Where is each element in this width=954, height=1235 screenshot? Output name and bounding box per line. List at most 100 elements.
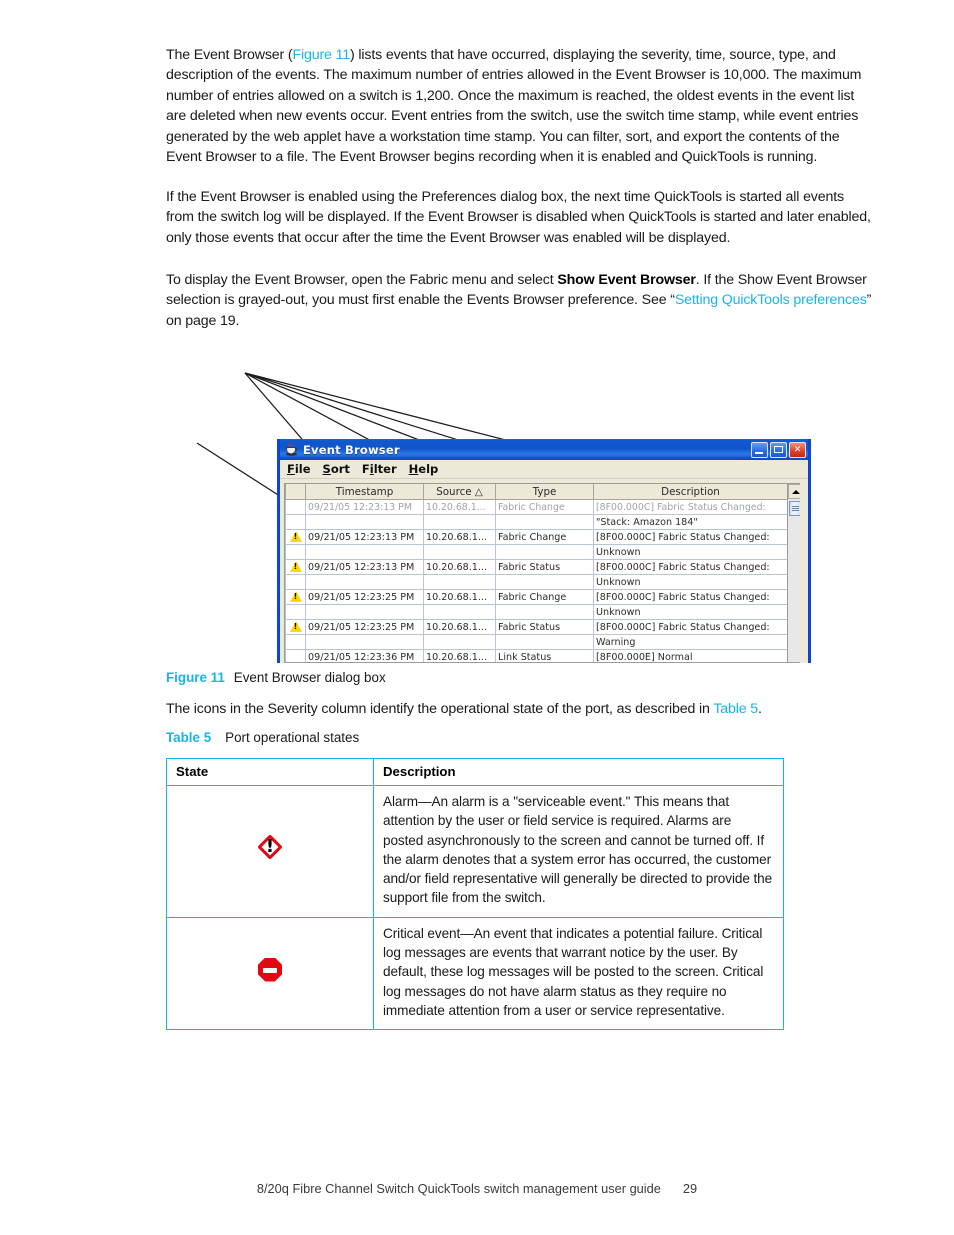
cell-timestamp [305, 574, 424, 590]
cell-description: Unknown [593, 544, 787, 560]
column-header-description[interactable]: Description [593, 484, 787, 500]
menu-help[interactable]: Help [406, 462, 448, 476]
column-header-severity[interactable] [285, 484, 306, 500]
table-row[interactable]: Unknown [285, 544, 787, 560]
cell-type [495, 604, 594, 620]
java-coffee-cup-icon [284, 442, 299, 457]
port-operational-states-table: State Description ! Alarm—An alarm is a … [166, 758, 784, 1031]
cell-severity [285, 619, 306, 635]
table-caption-tag: Table 5 [166, 730, 212, 745]
column-header-timestamp[interactable]: Timestamp [305, 484, 424, 500]
cell-severity [285, 544, 306, 560]
cell-source [423, 514, 496, 530]
states-cell-icon-alarm: ! [166, 785, 374, 918]
table-row[interactable]: 09/21/05 12:23:13 PM 10.20.68.1... Fabri… [285, 499, 787, 515]
cell-description: Unknown [593, 574, 787, 590]
figure-11-cross-reference-link[interactable]: Figure 11 [292, 47, 350, 63]
event-table: Timestamp Source △ Type Description 09/2… [285, 484, 787, 662]
cell-timestamp: 09/21/05 12:23:25 PM [305, 589, 424, 605]
warning-icon [289, 621, 302, 633]
figure-caption-tag: Figure 11 [166, 670, 225, 685]
event-browser-title-text: Event Browser [303, 442, 400, 457]
states-cell-icon-critical [166, 916, 374, 1031]
table-row[interactable]: Unknown [285, 574, 787, 590]
cell-timestamp [305, 514, 424, 530]
sentence-text-before-link: The icons in the Severity column identif… [166, 701, 714, 717]
cell-type: Link Status [495, 649, 594, 662]
cell-description: Unknown [593, 604, 787, 620]
table-row[interactable]: 09/21/05 12:23:25 PM 10.20.68.1... Fabri… [285, 619, 787, 635]
table-row[interactable]: Warning [285, 634, 787, 650]
event-list-panel[interactable]: Timestamp Source △ Type Description 09/2… [284, 483, 804, 663]
event-table-body: 09/21/05 12:23:13 PM 10.20.68.1... Fabri… [285, 499, 787, 662]
cell-timestamp [305, 544, 424, 560]
menu-sort[interactable]: Sort [320, 462, 359, 476]
cell-source [423, 604, 496, 620]
cell-severity [285, 589, 306, 605]
cell-severity [285, 529, 306, 545]
cell-type: Fabric Change [495, 499, 594, 515]
cell-timestamp [305, 604, 424, 620]
cell-source: 10.20.68.1... [423, 589, 496, 605]
table-row[interactable]: Unknown [285, 604, 787, 620]
menu-filter[interactable]: Filter [359, 462, 406, 476]
cell-type [495, 574, 594, 590]
paragraph-1-text-before-link: The Event Browser ( [166, 47, 293, 63]
window-controls: ✕ [751, 441, 806, 458]
cell-source: 10.20.68.1... [423, 499, 496, 515]
cell-timestamp: 09/21/05 12:23:36 PM [305, 649, 424, 662]
event-table-viewport[interactable]: Timestamp Source △ Type Description 09/2… [285, 484, 787, 662]
critical-event-icon [257, 957, 283, 983]
cell-type [495, 544, 594, 560]
paragraph-1-text-after-link: ) lists events that have occurred, displ… [166, 47, 862, 166]
maximize-button[interactable] [770, 441, 787, 458]
cell-type: Fabric Status [495, 619, 594, 635]
cell-timestamp [305, 634, 424, 650]
cell-type: Fabric Change [495, 589, 594, 605]
page-footer: 8/20q Fibre Channel Switch QuickTools sw… [0, 1181, 954, 1196]
cell-severity [285, 649, 306, 662]
show-event-browser-menu-reference: Show Event Browser [557, 272, 696, 288]
menu-file-label-rest: ile [294, 462, 311, 476]
states-cell-description-critical: Critical event—An event that indicates a… [373, 916, 784, 1031]
paragraph-3-text-1: To display the Event Browser, open the F… [166, 272, 558, 288]
cell-source [423, 634, 496, 650]
close-button[interactable]: ✕ [789, 441, 806, 458]
table-row[interactable]: 09/21/05 12:23:36 PM 10.20.68.1... Link … [285, 649, 787, 662]
table-row[interactable]: "Stack: Amazon 184" [285, 514, 787, 530]
states-table-row-alarm: ! Alarm—An alarm is a "serviceable event… [166, 785, 784, 918]
table-caption: Table 5 Port operational states [166, 730, 359, 745]
paragraph-1: The Event Browser (Figure 11) lists even… [166, 45, 872, 167]
minimize-button[interactable] [751, 441, 768, 458]
cell-source: 10.20.68.1... [423, 529, 496, 545]
alarm-icon: ! [257, 834, 283, 861]
table-5-cross-reference-link[interactable]: Table 5 [713, 701, 758, 717]
warning-icon [289, 531, 302, 543]
cell-description: "Stack: Amazon 184" [593, 514, 787, 530]
event-browser-menu-bar: File Sort Filter Help [280, 460, 808, 479]
column-header-source[interactable]: Source △ [423, 484, 496, 500]
figure-caption-text: Event Browser dialog box [233, 670, 386, 685]
sort-ascending-indicator: △ [474, 485, 483, 498]
cell-source [423, 574, 496, 590]
cell-description: [8F00.000C] Fabric Status Changed: [593, 559, 787, 575]
sentence-text-after-link: . [758, 701, 762, 717]
footer-title: 8/20q Fibre Channel Switch QuickTools sw… [256, 1181, 661, 1196]
states-header-description: Description [373, 758, 784, 786]
event-table-header-row: Timestamp Source △ Type Description [285, 484, 787, 500]
setting-quicktools-preferences-link[interactable]: Setting QuickTools preferences [675, 292, 867, 308]
warning-icon [289, 591, 302, 603]
cell-severity [285, 634, 306, 650]
cell-type [495, 634, 594, 650]
cell-severity [285, 574, 306, 590]
states-table-row-critical: Critical event—An event that indicates a… [166, 916, 784, 1031]
column-header-type[interactable]: Type [495, 484, 594, 500]
table-row[interactable]: 09/21/05 12:23:13 PM 10.20.68.1... Fabri… [285, 559, 787, 575]
menu-file[interactable]: File [284, 462, 320, 476]
table-row[interactable]: 09/21/05 12:23:25 PM 10.20.68.1... Fabri… [285, 589, 787, 605]
states-header-state: State [166, 758, 374, 786]
cell-description: [8F00.000C] Fabric Status Changed: [593, 619, 787, 635]
table-row[interactable]: 09/21/05 12:23:13 PM 10.20.68.1... Fabri… [285, 529, 787, 545]
event-browser-window[interactable]: Event Browser ✕ File Sort Filter Help Ti… [277, 439, 811, 663]
cell-type [495, 514, 594, 530]
